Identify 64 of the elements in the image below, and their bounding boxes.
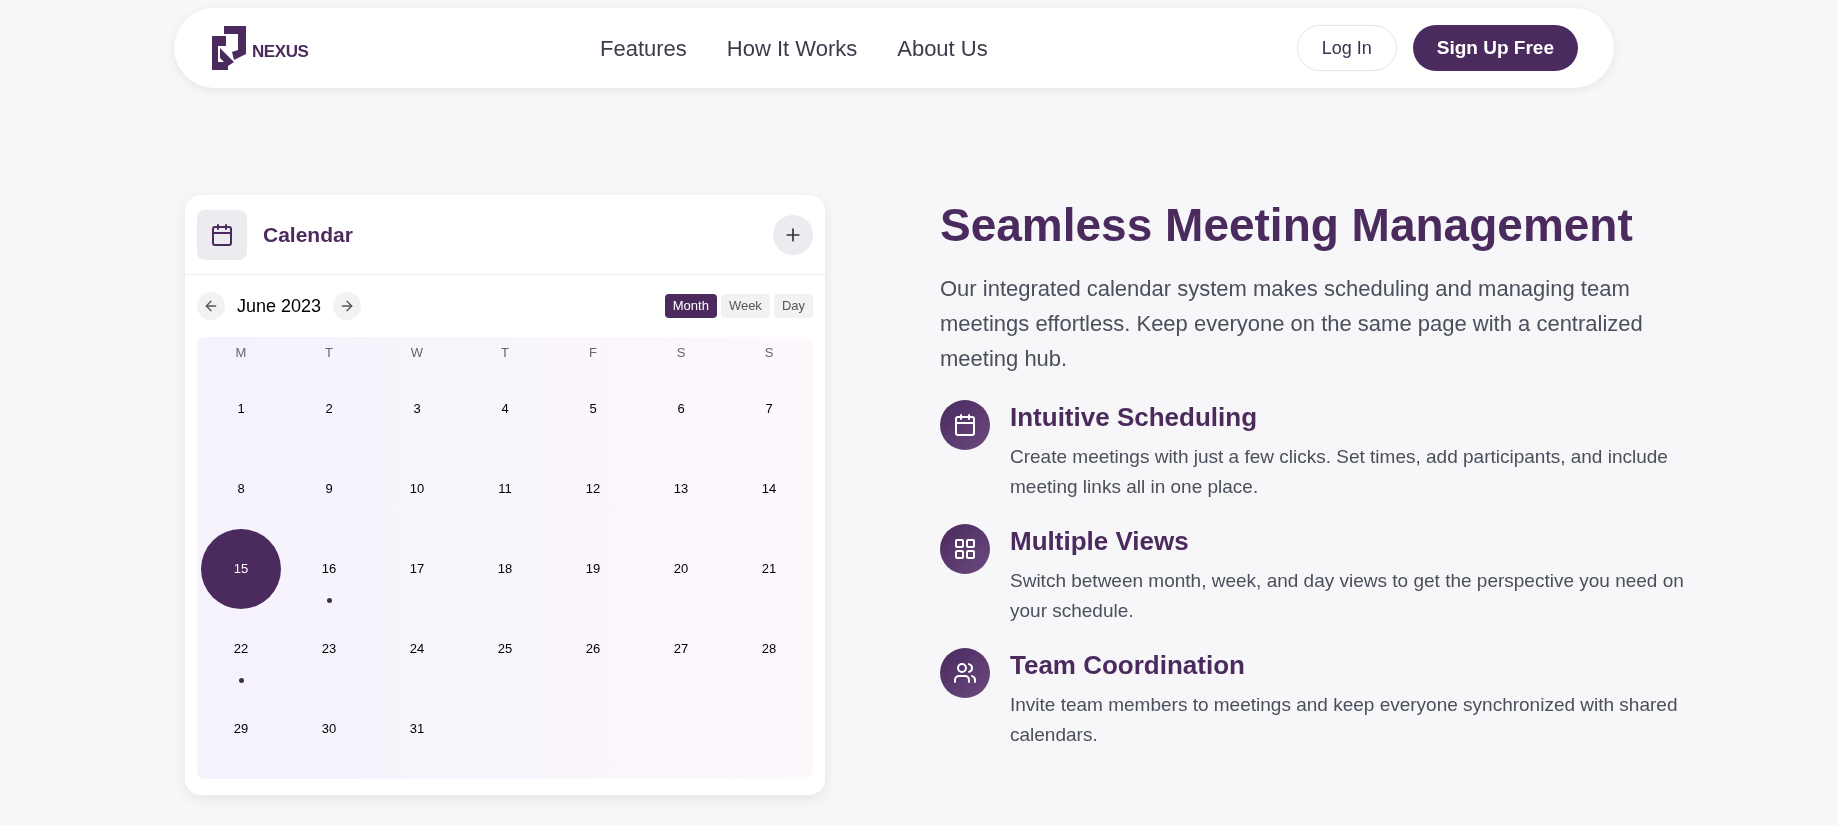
previous-month-button[interactable] bbox=[197, 292, 225, 320]
day-cell[interactable]: 8 bbox=[221, 469, 261, 509]
day-cell[interactable]: 30 bbox=[309, 709, 349, 749]
logo-text: NEXUS bbox=[252, 41, 309, 64]
weekday-label: W bbox=[409, 344, 425, 363]
people-icon bbox=[953, 660, 977, 685]
view-tab[interactable]: Week bbox=[720, 294, 770, 318]
weekday-label: T bbox=[500, 344, 510, 363]
day-cell[interactable]: 3 bbox=[397, 389, 437, 429]
calendar-icon bbox=[953, 412, 977, 437]
day-cell[interactable]: 27 bbox=[661, 629, 701, 669]
day-cell[interactable]: 26 bbox=[573, 629, 613, 669]
weekday-label: T bbox=[324, 344, 334, 363]
day-cell[interactable]: 1 bbox=[221, 389, 261, 429]
section-heading: Seamless Meeting Management bbox=[940, 198, 1634, 253]
feature-description: Switch between month, week, and day views to get the perspective you need on your schedule. bbox=[1010, 568, 1685, 623]
day-cell[interactable]: 5 bbox=[573, 389, 613, 429]
day-cell[interactable]: 29 bbox=[221, 709, 261, 749]
weekday-label: M bbox=[234, 344, 248, 363]
feature-title: Multiple Views bbox=[1010, 524, 1190, 558]
nav-link[interactable]: How It Works bbox=[726, 31, 858, 65]
day-cell[interactable]: 7 bbox=[749, 389, 789, 429]
day-cell[interactable]: 31 bbox=[397, 709, 437, 749]
grid-icon bbox=[953, 536, 977, 561]
day-cell[interactable]: 21 bbox=[749, 549, 789, 589]
next-month-button[interactable] bbox=[333, 292, 362, 320]
day-cell[interactable]: 10 bbox=[397, 469, 437, 509]
feature-title: Intuitive Scheduling bbox=[1010, 400, 1258, 434]
day-cell[interactable]: 9 bbox=[309, 469, 349, 509]
feature-description: Invite team members to meetings and keep everyone synchronized with shared calendars. bbox=[1010, 692, 1679, 747]
day-cell[interactable]: 2 bbox=[309, 389, 349, 429]
feature-title: Team Coordination bbox=[1010, 648, 1246, 682]
calendar-icon bbox=[210, 222, 234, 247]
logo-icon bbox=[210, 26, 248, 70]
day-cell[interactable]: 15 bbox=[201, 529, 281, 609]
day-cell[interactable]: 14 bbox=[749, 469, 789, 509]
day-cell[interactable]: 6 bbox=[661, 389, 701, 429]
day-cell[interactable]: 16 bbox=[309, 549, 349, 589]
day-cell[interactable]: 22 bbox=[221, 629, 261, 669]
day-cell[interactable]: 17 bbox=[397, 549, 437, 589]
day-cell[interactable]: 24 bbox=[397, 629, 437, 669]
signup-button[interactable]: Sign Up Free bbox=[1412, 25, 1578, 71]
day-cell[interactable]: 12 bbox=[573, 469, 613, 509]
nav-link[interactable]: About Us bbox=[897, 31, 988, 65]
day-cell[interactable]: 25 bbox=[485, 629, 525, 669]
day-cell[interactable]: 13 bbox=[661, 469, 701, 509]
calendar-title: Calendar bbox=[263, 221, 354, 248]
day-cell[interactable]: 20 bbox=[661, 549, 701, 589]
nav-link[interactable]: Features bbox=[600, 31, 687, 65]
weekday-label: S bbox=[763, 344, 775, 363]
view-tab[interactable]: Month bbox=[664, 294, 717, 318]
day-cell[interactable]: 18 bbox=[485, 549, 525, 589]
feature-description: Create meetings with just a few clicks. Set times, add participants, and include meeting links all in one place. bbox=[1010, 444, 1669, 499]
day-cell[interactable]: 23 bbox=[309, 629, 349, 669]
day-cell[interactable]: 28 bbox=[749, 629, 789, 669]
weekday-label: F bbox=[588, 344, 598, 363]
view-tab[interactable]: Day bbox=[773, 294, 813, 318]
day-cell[interactable]: 11 bbox=[485, 469, 525, 509]
day-cell[interactable]: 4 bbox=[485, 389, 525, 429]
add-button[interactable] bbox=[773, 214, 813, 255]
section-intro: Our integrated calendar system makes scheduling and managing team meetings effortless. Keep everyone on the same page with a centralized meeting hub. bbox=[940, 274, 1644, 373]
weekday-label: S bbox=[675, 344, 687, 363]
month-label: June 2023 bbox=[237, 294, 322, 318]
day-cell[interactable]: 19 bbox=[573, 549, 613, 589]
